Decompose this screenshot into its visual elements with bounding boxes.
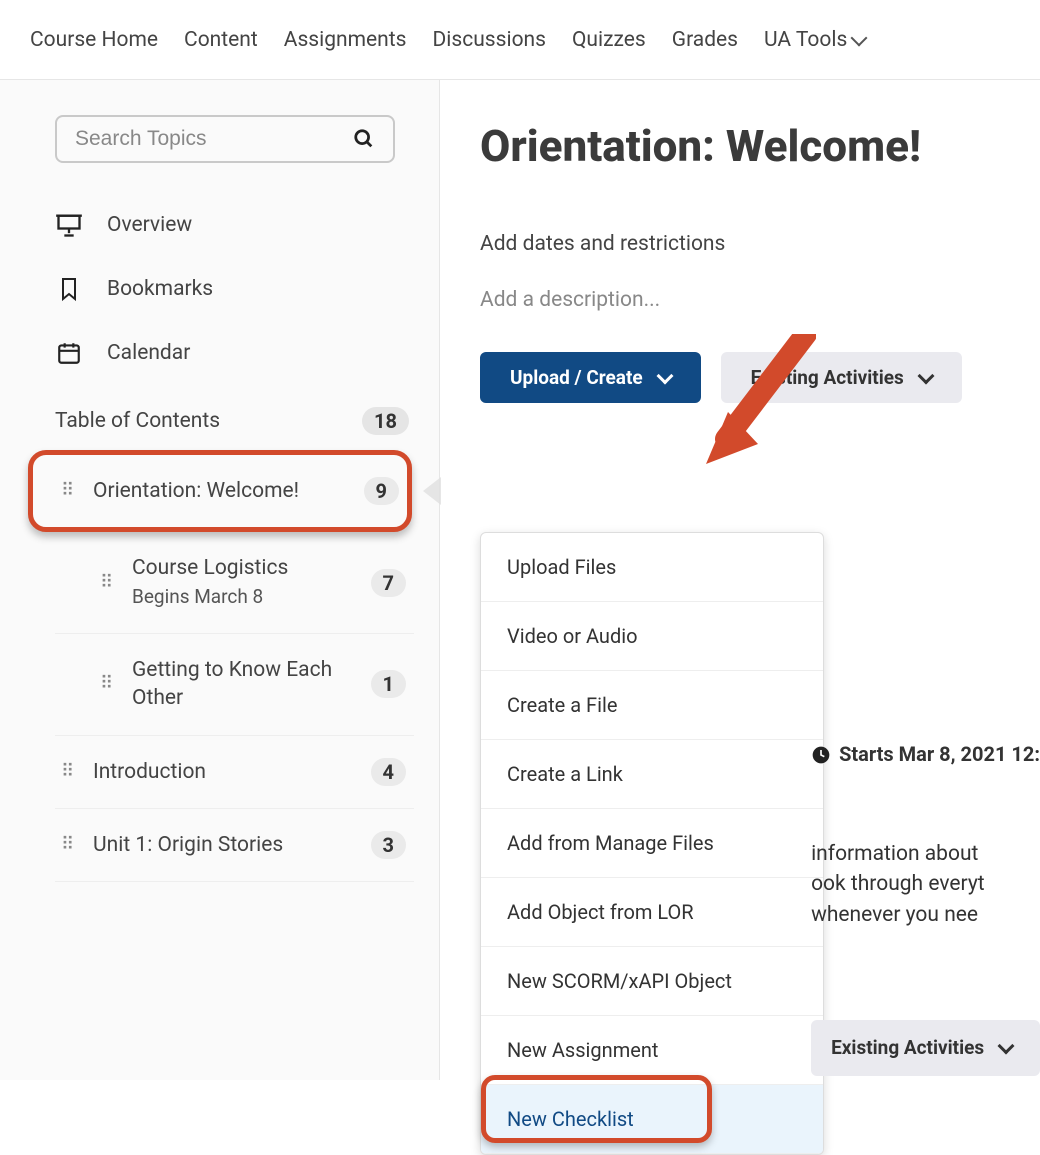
- annotation-highlight-orientation: ⠿ Orientation: Welcome! 9: [28, 450, 412, 532]
- upload-create-button[interactable]: Upload / Create: [480, 352, 701, 403]
- existing-activities-button[interactable]: Existing Activities: [721, 352, 962, 403]
- upload-create-menu: Upload Files Video or Audio Create a Fil…: [480, 532, 824, 1155]
- starts-text: Starts Mar 8, 2021 12:: [839, 740, 1040, 769]
- chevron-down-icon: [917, 367, 934, 384]
- clock-icon: [811, 745, 831, 765]
- module-label: Getting to Know Each Other: [132, 658, 332, 710]
- nav-assignments[interactable]: Assignments: [284, 28, 407, 52]
- search-topics[interactable]: [55, 115, 395, 163]
- toc-count-badge: 18: [362, 407, 409, 435]
- menu-add-object-from-lor[interactable]: Add Object from LOR: [481, 878, 823, 947]
- module-count-badge: 7: [371, 569, 406, 597]
- existing-activities-label: Existing Activities: [751, 366, 904, 389]
- module-label: Unit 1: Origin Stories: [93, 833, 283, 857]
- presentation-icon: [55, 211, 83, 239]
- menu-create-a-link[interactable]: Create a Link: [481, 740, 823, 809]
- menu-new-checklist[interactable]: New Checklist: [481, 1085, 823, 1154]
- module-orientation-welcome[interactable]: ⠿ Orientation: Welcome! 9: [55, 455, 407, 527]
- module-label: Orientation: Welcome!: [93, 479, 299, 503]
- existing-activities-button-2[interactable]: Existing Activities: [811, 1020, 1040, 1076]
- module-label: Introduction: [93, 760, 206, 784]
- drag-handle-icon[interactable]: ⠿: [100, 681, 114, 687]
- nav-content[interactable]: Content: [184, 28, 258, 52]
- toc-header[interactable]: Table of Contents 18: [55, 385, 414, 450]
- chevron-down-icon: [998, 1038, 1015, 1055]
- module-course-logistics[interactable]: ⠿ Course Logistics Begins March 8 7: [55, 532, 414, 634]
- module-introduction[interactable]: ⠿ Introduction 4: [55, 736, 414, 809]
- existing-activities-label: Existing Activities: [831, 1034, 984, 1062]
- page-title[interactable]: Orientation: Welcome!: [480, 120, 1040, 172]
- top-navigation: Course Home Content Assignments Discussi…: [0, 0, 1040, 80]
- nav-quizzes[interactable]: Quizzes: [572, 28, 646, 52]
- toc-label: Table of Contents: [55, 409, 220, 433]
- module-sublabel: Begins March 8: [132, 585, 263, 608]
- drag-handle-icon[interactable]: ⠿: [61, 769, 75, 775]
- module-unit-1[interactable]: ⠿ Unit 1: Origin Stories 3: [55, 809, 414, 882]
- sidebar-bookmarks-label: Bookmarks: [107, 277, 213, 301]
- add-dates-restrictions[interactable]: Add dates and restrictions: [480, 232, 1040, 256]
- module-count-badge: 9: [364, 477, 399, 505]
- module-count-badge: 3: [371, 831, 406, 859]
- module-getting-to-know[interactable]: ⠿ Getting to Know Each Other 1: [55, 634, 414, 736]
- nav-ua-tools-label: UA Tools: [764, 28, 847, 52]
- module-count-badge: 4: [371, 758, 406, 786]
- nav-course-home[interactable]: Course Home: [30, 28, 158, 52]
- module-action-buttons: Upload / Create Existing Activities: [480, 352, 1040, 403]
- bookmark-icon: [55, 275, 83, 303]
- chevron-down-icon: [851, 29, 868, 46]
- nav-discussions[interactable]: Discussions: [432, 28, 546, 52]
- sidebar-overview-label: Overview: [107, 213, 192, 237]
- obscured-line: ook through everyt: [811, 869, 1040, 899]
- drag-handle-icon[interactable]: ⠿: [61, 842, 75, 848]
- drag-handle-icon[interactable]: ⠿: [61, 488, 75, 494]
- menu-new-scorm-xapi[interactable]: New SCORM/xAPI Object: [481, 947, 823, 1016]
- nav-ua-tools[interactable]: UA Tools: [764, 28, 865, 52]
- module-label: Course Logistics: [132, 556, 288, 580]
- menu-add-from-manage-files[interactable]: Add from Manage Files: [481, 809, 823, 878]
- layout: Overview Bookmarks Calendar Table of Con…: [0, 80, 1040, 1080]
- main-content: Orientation: Welcome! Add dates and rest…: [440, 80, 1040, 1080]
- menu-create-a-file[interactable]: Create a File: [481, 671, 823, 740]
- search-input[interactable]: [75, 127, 353, 151]
- sidebar-calendar[interactable]: Calendar: [55, 321, 414, 385]
- nav-grades[interactable]: Grades: [672, 28, 738, 52]
- calendar-icon: [55, 339, 83, 367]
- menu-new-assignment[interactable]: New Assignment: [481, 1016, 823, 1085]
- obscured-line: information about: [811, 839, 1040, 869]
- sidebar: Overview Bookmarks Calendar Table of Con…: [0, 80, 440, 1080]
- menu-upload-files[interactable]: Upload Files: [481, 533, 823, 602]
- selected-indicator-caret: [423, 477, 441, 505]
- sidebar-bookmarks[interactable]: Bookmarks: [55, 257, 414, 321]
- module-count-badge: 1: [371, 670, 406, 698]
- search-icon: [353, 128, 375, 150]
- chevron-down-icon: [656, 367, 673, 384]
- add-description-placeholder[interactable]: Add a description...: [480, 288, 1040, 312]
- sidebar-overview[interactable]: Overview: [55, 193, 414, 257]
- obscured-line: whenever you nee: [811, 900, 1040, 930]
- drag-handle-icon[interactable]: ⠿: [100, 580, 114, 586]
- upload-create-label: Upload / Create: [510, 366, 643, 389]
- sidebar-calendar-label: Calendar: [107, 341, 190, 365]
- menu-video-or-audio[interactable]: Video or Audio: [481, 602, 823, 671]
- obscured-content: Starts Mar 8, 2021 12: information about…: [811, 740, 1040, 1076]
